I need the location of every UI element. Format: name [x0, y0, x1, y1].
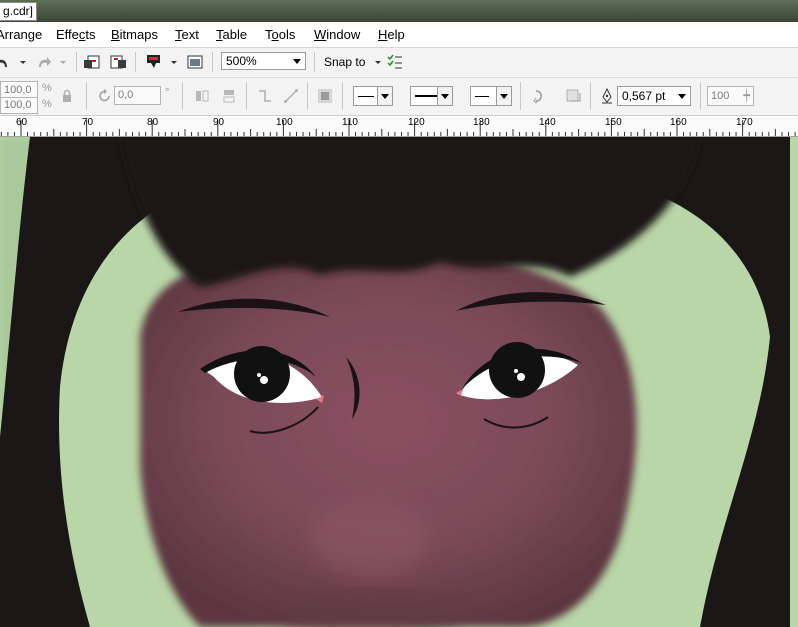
options-checklist-icon[interactable] — [386, 53, 404, 71]
property-bar: 100,0 100,0 % % 0,0 ° 0,567 pt 100 ┿ — [0, 78, 798, 116]
scale-height-field[interactable]: 100,0 — [0, 97, 38, 114]
separator — [314, 52, 315, 72]
mirror-horizontal-icon[interactable] — [193, 87, 211, 105]
ruler-label: 160 — [670, 117, 687, 128]
wrap-text-icon[interactable] — [316, 87, 334, 105]
snap-dropdown-icon[interactable] — [369, 53, 387, 71]
drawing-canvas[interactable] — [0, 137, 798, 627]
import-icon[interactable] — [83, 53, 101, 71]
ruler-label: 170 — [736, 117, 753, 128]
rotation-angle-field[interactable]: 0,0 — [114, 86, 161, 105]
separator — [342, 82, 343, 110]
snap-to-button[interactable]: Snap to — [324, 54, 365, 70]
chevron-down-icon — [293, 59, 301, 64]
menu-text[interactable]: Text — [175, 27, 199, 43]
separator — [86, 82, 87, 110]
standard-toolbar: 500% Snap to — [0, 48, 798, 78]
ruler-label: 70 — [82, 117, 94, 128]
degree-label: ° — [165, 87, 170, 99]
close-curve-icon[interactable] — [564, 87, 582, 105]
straight-line-icon[interactable] — [282, 87, 300, 105]
transparency-value: 100 — [711, 90, 730, 102]
window-title: g.cdr] — [0, 2, 38, 21]
menu-arrange[interactable]: Arrange — [0, 27, 42, 43]
reverse-direction-icon[interactable] — [530, 87, 548, 105]
separator — [212, 52, 213, 72]
redo-icon[interactable] — [34, 53, 52, 71]
separator — [307, 82, 308, 110]
ruler-label: 120 — [408, 117, 425, 128]
separator — [135, 52, 136, 72]
face-artwork — [0, 137, 798, 627]
mirror-vertical-icon[interactable] — [220, 87, 238, 105]
lock-ratio-icon[interactable] — [58, 87, 76, 105]
outline-width-select[interactable]: 0,567 pt — [617, 86, 691, 106]
zoom-level-value: 500% — [226, 54, 257, 68]
welcome-screen-icon[interactable] — [186, 53, 204, 71]
transparency-field[interactable]: 100 ┿ — [707, 86, 754, 106]
ruler-label: 110 — [342, 117, 358, 128]
ruler-label: 80 — [147, 117, 159, 128]
menu-bar: Arrange Effects Bitmaps Text Table Tools… — [0, 22, 798, 48]
connector-icon[interactable] — [256, 87, 274, 105]
ruler-label: 140 — [539, 117, 556, 128]
separator — [182, 82, 183, 110]
ruler-label: 90 — [213, 117, 225, 128]
ruler-label: 150 — [605, 117, 622, 128]
separator — [246, 82, 247, 110]
menu-tools[interactable]: Tools — [265, 27, 295, 43]
rotation-icon — [96, 87, 114, 105]
launcher-dropdown-icon[interactable] — [165, 53, 183, 71]
zoom-level-select[interactable]: 500% — [221, 52, 306, 70]
separator — [590, 82, 591, 110]
chevron-down-icon — [496, 87, 511, 105]
redo-dropdown-icon[interactable] — [54, 53, 72, 71]
chevron-down-icon — [377, 87, 392, 105]
export-icon[interactable] — [109, 53, 127, 71]
end-arrowhead-select[interactable] — [470, 86, 512, 106]
menu-bitmaps[interactable]: Bitmaps — [111, 27, 158, 43]
horizontal-ruler[interactable]: 60 70 80 90 100 110 120 130 140 150 160 … — [0, 116, 798, 137]
ruler-label: 100 — [276, 117, 293, 128]
separator — [520, 82, 521, 110]
menu-effects[interactable]: Effects — [56, 27, 96, 43]
pen-nib-icon — [598, 87, 616, 105]
separator — [76, 52, 77, 72]
menu-table[interactable]: Table — [216, 27, 247, 43]
title-bar: g.cdr] — [0, 0, 798, 22]
percent-label: % — [42, 98, 52, 110]
slider-icon: ┿ — [743, 90, 750, 102]
start-arrowhead-select[interactable] — [353, 86, 393, 106]
ruler-label: 60 — [16, 117, 28, 128]
ruler-label: 130 — [473, 117, 490, 128]
chevron-down-icon — [678, 94, 686, 99]
separator — [700, 82, 701, 110]
outline-width-value: 0,567 pt — [622, 89, 666, 103]
percent-label: % — [42, 82, 52, 94]
undo-icon[interactable] — [0, 53, 12, 71]
menu-help[interactable]: Help — [378, 27, 405, 43]
menu-window[interactable]: Window — [314, 27, 360, 43]
application-launcher-icon[interactable] — [145, 53, 163, 71]
chevron-down-icon — [437, 87, 452, 105]
line-style-select[interactable] — [410, 86, 453, 106]
undo-dropdown-icon[interactable] — [14, 53, 32, 71]
left-iris — [234, 346, 290, 402]
